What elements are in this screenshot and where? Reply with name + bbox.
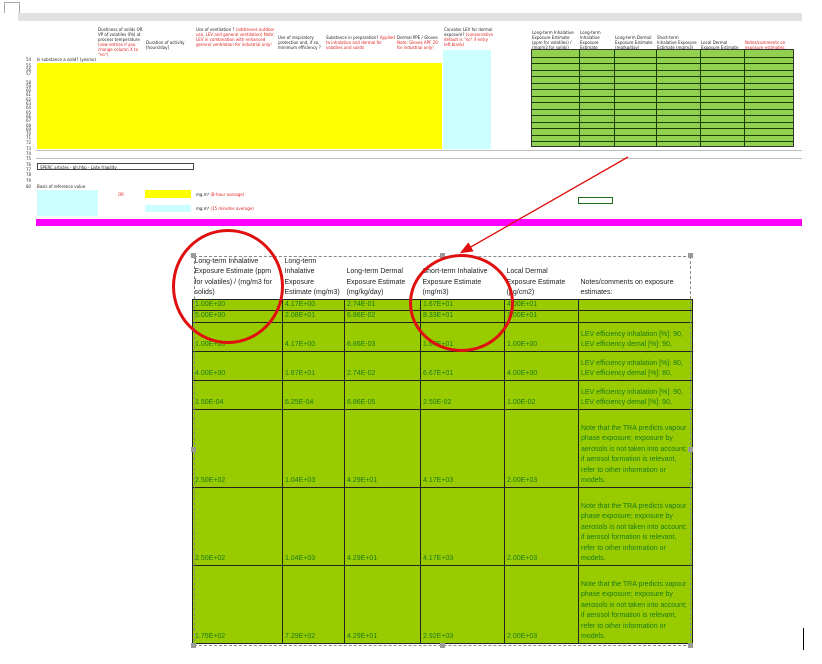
value-cell[interactable]: 2.74E-02 [344, 350, 421, 381]
value-cell[interactable]: 4.00E+01 [504, 298, 579, 311]
value-cell[interactable]: 1.00E+01 [504, 310, 579, 323]
resize-handle[interactable] [191, 643, 196, 648]
value-cell[interactable]: 1.00E-02 [504, 379, 579, 410]
value-cell[interactable]: 1.04E+03 [282, 408, 345, 488]
table-row: 1.75E+02 7.29E+02 4.29E+01 2.92E+03 2.00E+03… [192, 564, 693, 644]
notes-cell[interactable]: LEV efficiency inhalation [%]: 90, LEV e… [578, 321, 693, 352]
value-cell[interactable]: 4.00E+00 [504, 350, 579, 381]
value-cell[interactable]: 6.86E-03 [344, 321, 421, 352]
highlight-circle-shortterm [409, 254, 514, 352]
value-cell[interactable]: 6.67E+01 [420, 350, 505, 381]
value-cell[interactable]: 4.29E+01 [344, 564, 421, 644]
value-cell[interactable]: 4.17E+00 [282, 321, 345, 352]
value-cell[interactable]: 2.50E+02 [192, 408, 283, 488]
value-cell[interactable]: 7.29E+02 [282, 564, 345, 644]
notes-cell[interactable]: Note that the TRA predicts vapour phase … [578, 486, 693, 566]
notes-cell[interactable]: Note that the TRA predicts vapour phase … [578, 564, 693, 644]
table-row: 4.00E+00 1.67E+01 2.74E-02 6.67E+01 4.00E+00… [192, 350, 693, 381]
notes-cell[interactable]: Note that the TRA predicts vapour phase … [578, 408, 693, 488]
value-cell[interactable]: 4.29E+01 [344, 408, 421, 488]
value-cell[interactable]: 4.17E+03 [420, 486, 505, 566]
table-row: 2.50E+02 1.04E+03 4.29E+01 4.17E+03 2.00E+03… [192, 408, 693, 488]
value-cell[interactable]: 1.00E+00 [504, 321, 579, 352]
value-cell[interactable]: 1.67E+01 [282, 350, 345, 381]
highlight-circle-longterm [172, 229, 284, 344]
value-cell[interactable]: 4.17E+00 [282, 298, 345, 311]
column-header[interactable]: Long-term Inhalative Exposure Estimate (… [283, 250, 345, 299]
column-header[interactable]: Long-term Dermal Exposure Estimate (mg/k… [345, 250, 421, 299]
value-cell[interactable]: 2.00E+03 [504, 408, 579, 488]
value-cell[interactable]: 2.08E+01 [282, 310, 345, 323]
value-cell[interactable]: 2.92E+03 [420, 564, 505, 644]
value-cell[interactable]: 2.00E+03 [504, 486, 579, 566]
resize-handle[interactable] [688, 447, 693, 452]
notes-cell[interactable] [578, 298, 693, 311]
table-row: 2.50E+02 1.04E+03 4.29E+01 4.17E+03 2.00E+03… [192, 486, 693, 566]
resize-handle[interactable] [191, 447, 196, 452]
value-cell[interactable]: 1.75E+02 [192, 564, 283, 644]
resize-handle[interactable] [688, 253, 693, 258]
value-cell[interactable]: 4.29E+01 [344, 486, 421, 566]
notes-cell[interactable]: LEV efficiency inhalation [%]: 80, LEV e… [578, 350, 693, 381]
value-cell[interactable]: 4.00E+00 [192, 350, 283, 381]
value-cell[interactable]: 6.86E-05 [344, 379, 421, 410]
value-cell[interactable]: 2.50E+02 [192, 486, 283, 566]
value-cell[interactable]: 1.04E+03 [282, 486, 345, 566]
resize-handle[interactable] [440, 643, 445, 648]
value-cell[interactable]: 4.17E+03 [420, 408, 505, 488]
column-header[interactable]: Local Dermal Exposure Estimate (µg/cm2) [505, 250, 579, 299]
notes-cell[interactable] [578, 310, 693, 323]
notes-cell[interactable]: LEV efficiency inhalation [%]: 90, LEV e… [578, 379, 693, 410]
table-row: 1.50E-04 6.25E-04 6.86E-05 2.50E-02 1.00E-02… [192, 379, 693, 410]
value-cell[interactable]: 2.00E+03 [504, 564, 579, 644]
value-cell[interactable]: 2.50E-02 [420, 379, 505, 410]
value-cell[interactable]: 1.50E-04 [192, 379, 283, 410]
column-header[interactable]: Notes/comments on exposure estimates: [579, 250, 693, 299]
resize-handle[interactable] [688, 643, 693, 648]
value-cell[interactable]: 6.25E-04 [282, 379, 345, 410]
text-cursor [803, 628, 804, 650]
